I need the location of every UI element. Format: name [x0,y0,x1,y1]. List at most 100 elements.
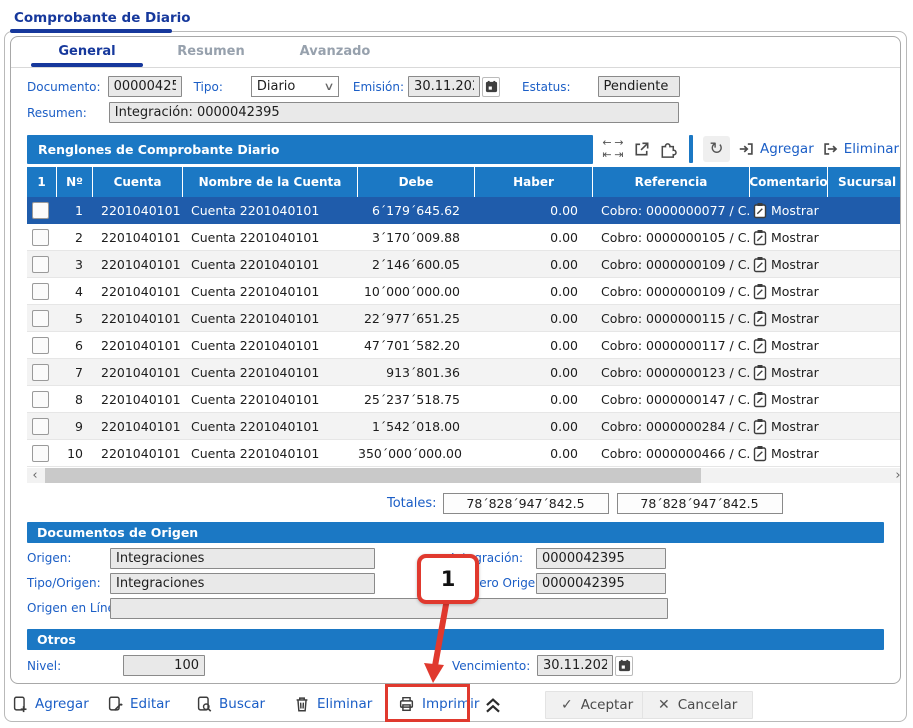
grid-add-row-button[interactable]: Agregar [737,140,814,158]
cell-referencia: Cobro: 0000000466 / C... [593,446,750,461]
collapse-toolbar-button[interactable] [482,693,504,715]
col-nombre[interactable]: Nombre de la Cuenta [183,167,358,197]
table-row[interactable]: 8 2201040101 Cuenta 2201040101 25´237´51… [27,386,901,413]
mostrar-link[interactable]: Mostrar [750,418,828,435]
cell-debe: 10´000´000.00 [358,284,475,299]
editar-button[interactable]: Editar [106,695,170,713]
grid-toolbar: Renglones de Comprobante Diario ← → ⇤ ⇥ [27,133,884,165]
origen-input[interactable] [110,548,375,569]
vencimiento-calendar-icon[interactable] [615,656,633,676]
tab-avanzado[interactable]: Avanzado [273,37,397,67]
row-checkbox[interactable] [32,337,49,354]
origen-linea-input[interactable] [110,598,668,619]
cell-debe: 47´701´582.20 [358,338,475,353]
estatus-input[interactable] [598,76,680,97]
col-sucursal[interactable]: Sucursal [828,167,901,197]
tipo-origen-input[interactable] [110,573,375,594]
origen-linea-label: Origen en Línea: [27,598,110,617]
grid-delete-row-button[interactable]: Eliminar [821,140,899,158]
cell-debe: 22´977´651.25 [358,311,475,326]
col-debe[interactable]: Debe [358,167,475,197]
row-checkbox[interactable] [32,256,49,273]
col-numero[interactable]: Nº [57,167,93,197]
cell-haber: 0.00 [475,284,593,299]
mostrar-link[interactable]: Mostrar [750,229,828,246]
expand-grid-icon[interactable] [632,140,651,159]
document-edit-icon [106,695,124,713]
tab-resumen[interactable]: Resumen [149,37,273,67]
row-checkbox[interactable] [32,310,49,327]
row-checkbox[interactable] [32,418,49,435]
row-checkbox[interactable] [32,202,49,219]
col-comentario[interactable]: Comentario [750,167,828,197]
grid-title: Renglones de Comprobante Diario [27,135,593,164]
tab-general[interactable]: General [25,37,149,67]
col-referencia[interactable]: Referencia [593,167,750,197]
mostrar-link[interactable]: Mostrar [750,283,828,300]
nivel-input[interactable] [123,655,205,676]
cell-numero: 3 [57,257,93,272]
integracion-input[interactable] [536,548,666,569]
mostrar-link[interactable]: Mostrar [750,445,828,462]
row-checkbox[interactable] [32,283,49,300]
calendar-icon[interactable] [482,77,500,97]
mostrar-link[interactable]: Mostrar [750,256,828,273]
first-record-icon[interactable]: ⇤ [601,149,613,161]
horizontal-scrollbar[interactable]: ‹ › [27,468,901,483]
scroll-right-icon[interactable]: › [890,468,901,483]
cell-cuenta: 2201040101 [93,230,183,245]
row-checkbox[interactable] [32,229,49,246]
row-checkbox[interactable] [32,391,49,408]
mostrar-link[interactable]: Mostrar [750,364,828,381]
refresh-button[interactable]: ↻ [703,136,730,162]
col-select[interactable]: 1 [27,167,57,197]
table-row[interactable]: 10 2201040101 Cuenta 2201040101 350´000´… [27,440,901,467]
table-row[interactable]: 4 2201040101 Cuenta 2201040101 10´000´00… [27,278,901,305]
chevron-down-icon: ∨ [323,80,334,93]
cell-cuenta: 2201040101 [93,365,183,380]
table-row[interactable]: 5 2201040101 Cuenta 2201040101 22´977´65… [27,305,901,332]
app-window: Comprobante de Diario General Resumen Av… [0,0,913,728]
annotation-highlight-rect [385,684,470,722]
row-checkbox[interactable] [32,364,49,381]
table-row[interactable]: 9 2201040101 Cuenta 2201040101 1´542´018… [27,413,901,440]
mostrar-link[interactable]: Mostrar [750,337,828,354]
table-row[interactable]: 7 2201040101 Cuenta 2201040101 913´801.3… [27,359,901,386]
mostrar-label: Mostrar [771,284,819,299]
window-title-tab: Comprobante de Diario [8,6,199,33]
last-record-icon[interactable]: ⇥ [613,149,625,161]
cell-nombre: Cuenta 2201040101 [183,419,358,434]
eliminar-button[interactable]: Eliminar [293,695,372,713]
editar-label: Editar [130,696,170,712]
comment-note-icon [753,418,767,435]
row-checkbox[interactable] [32,445,49,462]
numero-origen-input[interactable] [536,573,666,594]
plugin-icon[interactable] [658,139,679,160]
record-navigation[interactable]: ← → ⇤ ⇥ [601,137,625,161]
vencimiento-input[interactable] [537,655,613,676]
cell-referencia: Cobro: 0000000109 / C... [593,284,750,299]
table-row[interactable]: 2 2201040101 Cuenta 2201040101 3´170´009… [27,224,901,251]
documento-label: Documento: [27,80,101,94]
mostrar-link[interactable]: Mostrar [750,202,828,219]
col-cuenta[interactable]: Cuenta [93,167,183,197]
col-haber[interactable]: Haber [475,167,593,197]
otros-section: Nivel: Vencimiento: [11,650,900,682]
agregar-button[interactable]: Agregar [11,695,89,713]
cell-nombre: Cuenta 2201040101 [183,203,358,218]
resumen-input[interactable] [109,102,679,123]
documento-input[interactable] [108,76,182,97]
table-row[interactable]: 6 2201040101 Cuenta 2201040101 47´701´58… [27,332,901,359]
scrollbar-thumb[interactable] [45,468,701,483]
cancelar-button[interactable]: ✕ Cancelar [642,691,753,719]
mostrar-link[interactable]: Mostrar [750,391,828,408]
table-row[interactable]: 3 2201040101 Cuenta 2201040101 2´146´600… [27,251,901,278]
buscar-button[interactable]: Buscar [195,695,265,713]
mostrar-link[interactable]: Mostrar [750,310,828,327]
table-row[interactable]: 1 2201040101 Cuenta 2201040101 6´179´645… [27,197,901,224]
scroll-left-icon[interactable]: ‹ [27,468,43,483]
emision-input[interactable] [408,76,480,97]
aceptar-button[interactable]: ✓ Aceptar [545,691,649,719]
cancelar-label: Cancelar [678,697,738,713]
tipo-select[interactable]: Diario ∨ [251,76,339,97]
